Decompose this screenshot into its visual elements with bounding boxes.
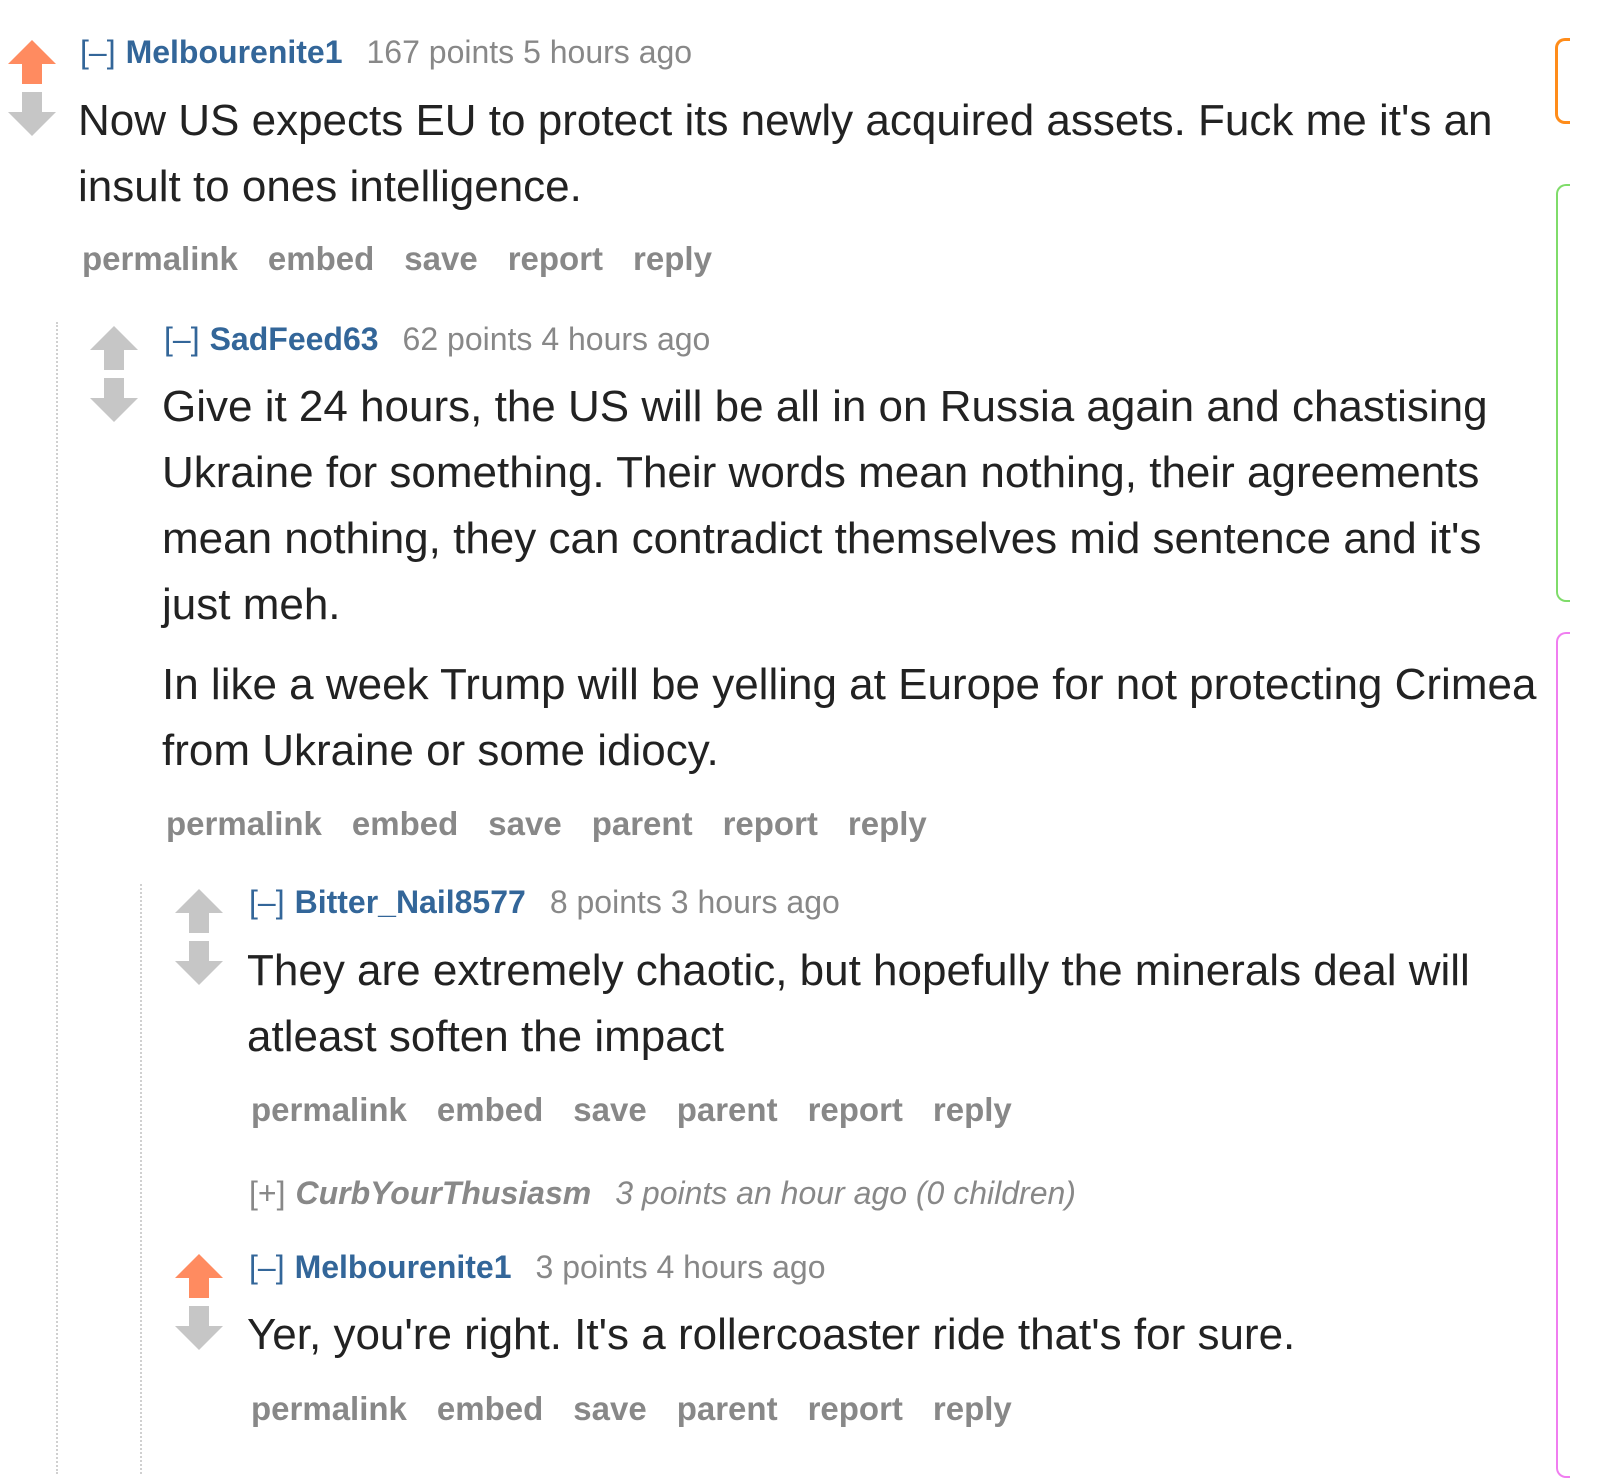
upvote-arrow-icon[interactable] — [6, 38, 58, 86]
vote-arrows — [6, 38, 58, 138]
collapse-toggle[interactable]: [–] — [249, 884, 285, 920]
save-link[interactable]: save — [404, 240, 477, 277]
score-and-time: 3 points 4 hours ago — [535, 1249, 826, 1285]
comment-paragraph: In like a week Trump will be yelling at … — [162, 660, 1537, 775]
author-link[interactable]: SadFeed63 — [210, 321, 379, 357]
comment-buttons: permalink embed save parent report reply — [251, 1390, 1042, 1428]
parent-link[interactable]: parent — [592, 805, 693, 842]
comment-buttons: permalink embed save report reply — [82, 240, 742, 278]
collapse-toggle[interactable]: [–] — [164, 321, 200, 357]
permalink-link[interactable]: permalink — [251, 1091, 407, 1128]
score-and-time: 167 points 5 hours ago — [366, 34, 693, 70]
report-link[interactable]: report — [723, 805, 818, 842]
vote-arrows — [173, 1252, 225, 1352]
comment-paragraph: Give it 24 hours, the US will be all in … — [162, 382, 1488, 629]
collapse-toggle[interactable]: [–] — [249, 1249, 285, 1285]
permalink-link[interactable]: permalink — [166, 805, 322, 842]
score-and-time: 8 points 3 hours ago — [549, 884, 840, 920]
author-link[interactable]: Melbourenite1 — [295, 1249, 512, 1285]
comment-buttons: permalink embed save parent report reply — [251, 1091, 1042, 1129]
embed-link[interactable]: embed — [437, 1390, 543, 1427]
upvote-arrow-icon[interactable] — [173, 887, 225, 935]
parent-link[interactable]: parent — [677, 1390, 778, 1427]
save-link[interactable]: save — [573, 1091, 646, 1128]
embed-link[interactable]: embed — [437, 1091, 543, 1128]
comment-buttons: permalink embed save parent report reply — [166, 805, 957, 843]
comment-tagline: [–] Melbourenite1 3 points 4 hours ago — [249, 1247, 825, 1287]
comment-tagline: [–] Bitter_Nail8577 8 points 3 hours ago — [249, 882, 840, 922]
upvote-arrow-icon[interactable] — [88, 324, 140, 372]
comment-tagline: [+] CurbYourThusiasm 3 points an hour ago … — [249, 1173, 1076, 1213]
reply-link[interactable]: reply — [848, 805, 927, 842]
author-link[interactable]: CurbYourThusiasm — [295, 1175, 591, 1211]
score-and-time: 62 points 4 hours ago — [402, 321, 711, 357]
embed-link[interactable]: embed — [268, 240, 374, 277]
edge-marker-orange — [1555, 38, 1570, 124]
collapse-toggle[interactable]: [–] — [80, 34, 116, 70]
permalink-link[interactable]: permalink — [251, 1390, 407, 1427]
save-link[interactable]: save — [573, 1390, 646, 1427]
downvote-arrow-icon[interactable] — [173, 939, 225, 987]
reply-link[interactable]: reply — [633, 240, 712, 277]
vote-arrows — [173, 887, 225, 987]
downvote-arrow-icon[interactable] — [6, 90, 58, 138]
edge-marker-green — [1556, 184, 1570, 602]
downvote-arrow-icon[interactable] — [173, 1304, 225, 1352]
score-and-time: 3 points an hour ago (0 children) — [615, 1175, 1076, 1211]
author-link[interactable]: Bitter_Nail8577 — [295, 884, 526, 920]
reply-link[interactable]: reply — [933, 1390, 1012, 1427]
report-link[interactable]: report — [808, 1390, 903, 1427]
author-link[interactable]: Melbourenite1 — [126, 34, 343, 70]
comment-body: Yer, you're right. It's a rollercoaster … — [247, 1302, 1547, 1368]
permalink-link[interactable]: permalink — [82, 240, 238, 277]
report-link[interactable]: report — [508, 240, 603, 277]
comment-tagline: [–] Melbourenite1 167 points 5 hours ago — [80, 32, 692, 72]
reply-link[interactable]: reply — [933, 1091, 1012, 1128]
parent-link[interactable]: parent — [677, 1091, 778, 1128]
comment-body: They are extremely chaotic, but hopefull… — [247, 938, 1547, 1070]
upvote-arrow-icon[interactable] — [173, 1252, 225, 1300]
embed-link[interactable]: embed — [352, 805, 458, 842]
thread-line-level-2 — [140, 884, 142, 1474]
expand-toggle[interactable]: [+] — [249, 1175, 285, 1211]
comment-body: Now US expects EU to protect its newly a… — [78, 88, 1538, 220]
save-link[interactable]: save — [488, 805, 561, 842]
comment-paragraph: Now US expects EU to protect its newly a… — [78, 96, 1493, 211]
report-link[interactable]: report — [808, 1091, 903, 1128]
vote-arrows — [88, 324, 140, 424]
comment-paragraph: Yer, you're right. It's a rollercoaster … — [247, 1310, 1296, 1359]
comment-tagline: [–] SadFeed63 62 points 4 hours ago — [164, 319, 710, 359]
downvote-arrow-icon[interactable] — [88, 376, 140, 424]
comment-paragraph: They are extremely chaotic, but hopefull… — [247, 946, 1470, 1061]
edge-marker-pink — [1556, 632, 1570, 1478]
comment-body: Give it 24 hours, the US will be all in … — [162, 374, 1547, 784]
thread-line-level-1 — [56, 322, 58, 1474]
